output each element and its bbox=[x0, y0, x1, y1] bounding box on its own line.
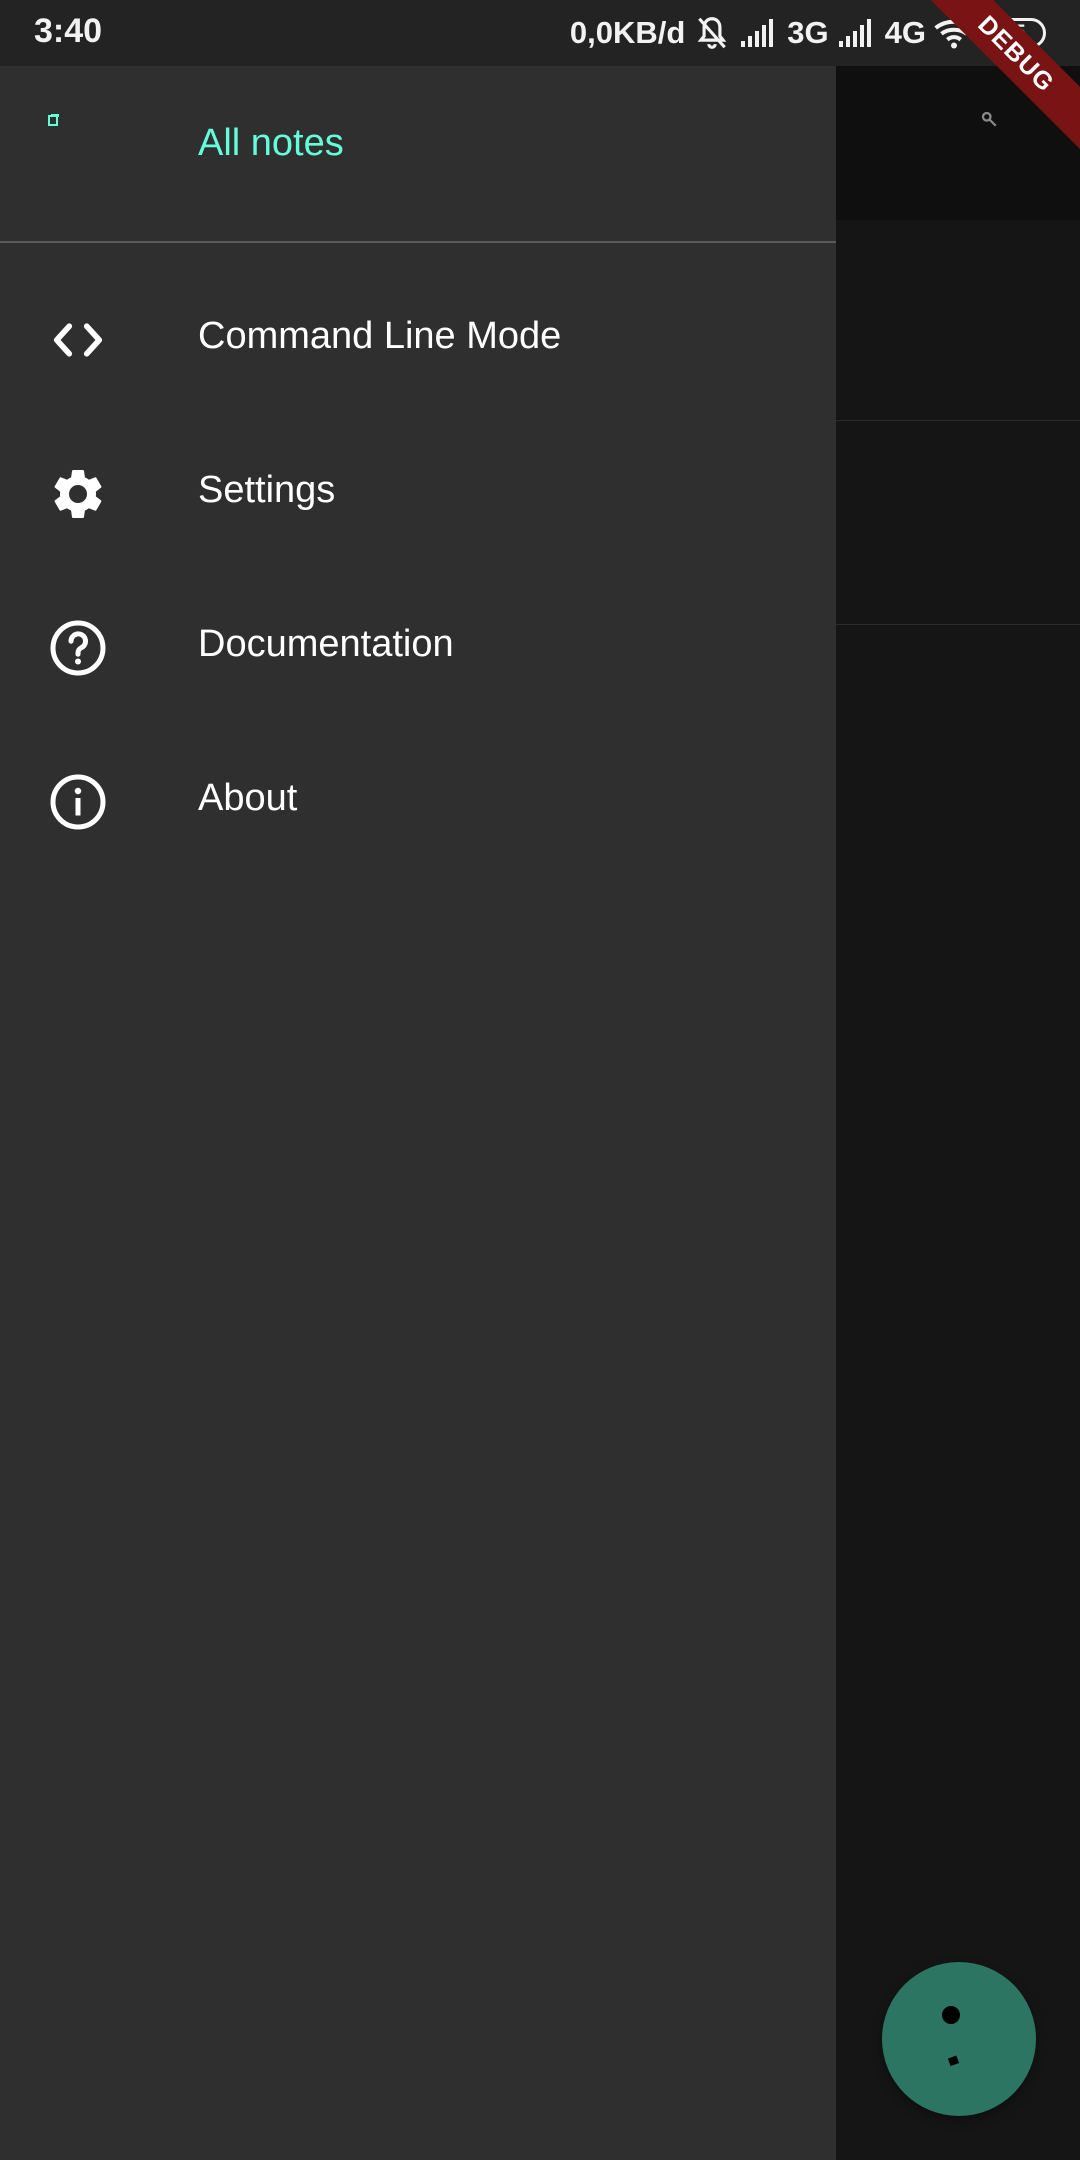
list-divider bbox=[836, 420, 1080, 421]
all-notes-title: All notes bbox=[198, 122, 344, 164]
mute-bell-icon bbox=[697, 17, 727, 49]
navigation-drawer: All notes Command Line Mode Settings Doc… bbox=[0, 66, 836, 2160]
notes-logo-icon bbox=[48, 114, 59, 126]
signal-icon bbox=[838, 19, 871, 47]
menu-item-label: Command Line Mode bbox=[198, 315, 562, 357]
help-circle-icon bbox=[50, 620, 106, 676]
signal-icon bbox=[741, 19, 774, 47]
screen: 3:40 0,0KB/d 3G 4G DEBUG All notes Comma… bbox=[0, 0, 1080, 2160]
menu-item-label: Settings bbox=[198, 469, 336, 511]
drawer-header[interactable]: All notes bbox=[0, 66, 836, 243]
status-bar: 3:40 0,0KB/d 3G 4G bbox=[0, 0, 1080, 66]
network-type-2: 4G bbox=[884, 15, 926, 50]
menu-item-label: Documentation bbox=[198, 623, 454, 665]
search-icon[interactable] bbox=[980, 110, 998, 128]
fab-icon bbox=[942, 2006, 960, 2067]
network-type-1: 3G bbox=[787, 15, 829, 50]
info-circle-icon bbox=[50, 774, 106, 830]
list-divider bbox=[836, 624, 1080, 625]
menu-item-documentation[interactable]: Documentation bbox=[0, 571, 836, 725]
data-rate: 0,0KB/d bbox=[569, 15, 686, 50]
menu-item-about[interactable]: About bbox=[0, 725, 836, 879]
code-icon bbox=[53, 323, 103, 357]
menu-item-command-line-mode[interactable]: Command Line Mode bbox=[0, 263, 836, 417]
menu-item-settings[interactable]: Settings bbox=[0, 417, 836, 571]
gear-icon bbox=[54, 469, 102, 518]
add-note-fab[interactable] bbox=[882, 1962, 1036, 2116]
menu-item-label: About bbox=[198, 777, 298, 819]
status-time: 3:40 bbox=[34, 12, 103, 50]
